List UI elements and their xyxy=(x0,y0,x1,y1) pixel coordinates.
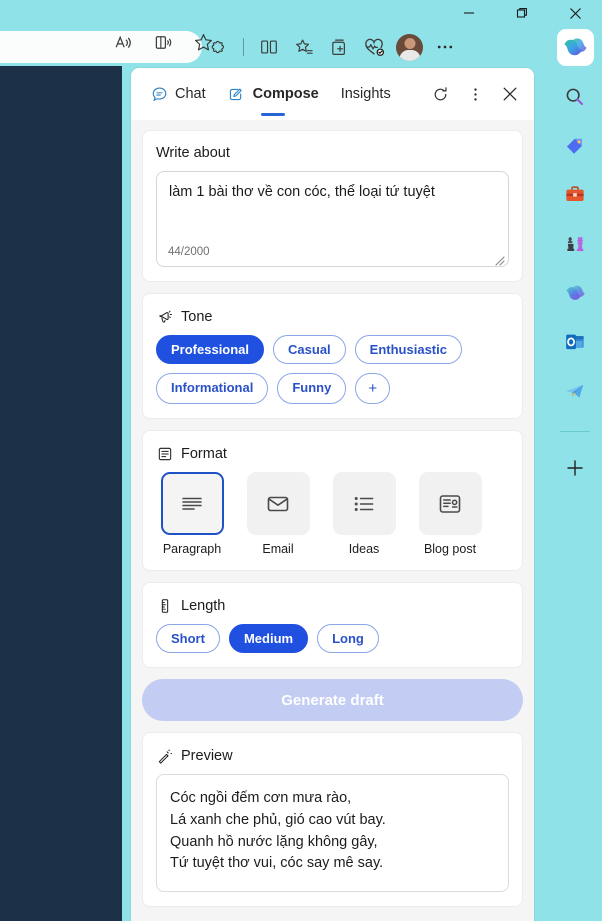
copilot-panel: Chat Compose Insights Write about làm 1 … xyxy=(131,68,534,921)
immersive-reader-icon[interactable] xyxy=(150,29,176,55)
browser-toolbar xyxy=(0,26,602,68)
preview-title-row: Preview xyxy=(156,747,509,764)
bullet-list-icon xyxy=(332,472,396,535)
length-card: Length Short Medium Long xyxy=(142,582,523,668)
sidebar-item-copilot[interactable] xyxy=(560,278,590,308)
format-options: Paragraph Email Ideas Blog post xyxy=(156,472,509,556)
preview-output[interactable]: Cóc ngồi đếm cơn mưa rào, Lá xanh che ph… xyxy=(156,774,509,892)
paragraph-lines-icon xyxy=(160,472,224,535)
preview-line: Tứ tuyệt thơ vui, cóc say mê say. xyxy=(170,855,384,872)
length-chip-medium[interactable]: Medium xyxy=(228,624,309,653)
preview-line: Lá xanh che phủ, gió cao vút bay. xyxy=(170,811,386,828)
tab-compose[interactable]: Compose xyxy=(219,79,328,116)
length-options: Short Medium Long xyxy=(156,624,509,653)
blog-post-icon xyxy=(418,472,482,535)
sidebar-item-outlook[interactable] xyxy=(560,327,590,357)
format-title: Format xyxy=(181,445,227,462)
toolbar-actions xyxy=(205,31,458,63)
format-option-ideas[interactable]: Ideas xyxy=(328,472,400,556)
magic-wand-icon xyxy=(156,747,173,764)
minimize-button[interactable] xyxy=(442,0,495,26)
panel-header-actions xyxy=(426,68,524,120)
tone-chip-casual[interactable]: Casual xyxy=(273,335,346,364)
format-option-email[interactable]: Email xyxy=(242,472,314,556)
tone-title-row: Tone xyxy=(156,308,509,325)
edge-sidebar xyxy=(548,68,602,921)
document-lines-icon xyxy=(156,445,173,462)
tone-chip-professional[interactable]: Professional xyxy=(156,335,265,364)
format-label-paragraph: Paragraph xyxy=(162,542,222,556)
close-button[interactable] xyxy=(549,0,602,26)
format-label-blog-post: Blog post xyxy=(423,542,477,556)
preview-card: Preview Cóc ngồi đếm cơn mưa rào, Lá xan… xyxy=(142,732,523,907)
write-about-card: Write about 44/2000 xyxy=(142,130,523,282)
collections-icon[interactable] xyxy=(326,34,352,60)
address-bar-icons xyxy=(0,26,232,58)
length-title: Length xyxy=(181,597,226,614)
window-controls xyxy=(442,0,602,26)
panel-tabs: Chat Compose Insights xyxy=(141,79,400,116)
tone-title: Tone xyxy=(181,308,213,325)
preview-line: Cóc ngồi đếm cơn mưa rào, xyxy=(170,790,352,806)
avatar[interactable] xyxy=(396,33,423,61)
length-chip-short[interactable]: Short xyxy=(156,624,220,653)
tab-chat[interactable]: Chat xyxy=(141,79,215,109)
split-screen-icon[interactable] xyxy=(256,34,282,60)
restore-button[interactable] xyxy=(495,0,548,26)
tone-card: Tone Professional Casual Enthusiastic In… xyxy=(142,293,523,419)
compose-form: Write about 44/2000 xyxy=(131,120,534,921)
tone-chip-enthusiastic[interactable]: Enthusiastic xyxy=(354,335,462,364)
format-title-row: Format xyxy=(156,445,509,462)
more-options-button[interactable] xyxy=(461,80,489,108)
character-counter: 44/2000 xyxy=(168,246,210,258)
tab-compose-label: Compose xyxy=(252,86,319,102)
length-title-row: Length xyxy=(156,597,509,614)
favorites-list-icon[interactable] xyxy=(291,34,317,60)
compose-pencil-icon xyxy=(228,85,246,103)
envelope-icon xyxy=(246,472,310,535)
format-label-ideas: Ideas xyxy=(348,542,380,556)
format-option-paragraph[interactable]: Paragraph xyxy=(156,472,228,556)
browser-essentials-icon[interactable] xyxy=(361,34,387,60)
preview-title: Preview xyxy=(181,747,233,764)
tone-chip-informational[interactable]: Informational xyxy=(156,373,269,404)
ruler-icon xyxy=(156,597,173,614)
tab-insights[interactable]: Insights xyxy=(332,80,400,108)
close-panel-button[interactable] xyxy=(496,80,524,108)
format-label-email: Email xyxy=(262,542,294,556)
resize-grip-icon[interactable] xyxy=(494,253,505,266)
generate-draft-button[interactable]: Generate draft xyxy=(142,679,523,721)
sidebar-item-shopping[interactable] xyxy=(560,131,590,161)
panel-header: Chat Compose Insights xyxy=(131,68,534,120)
active-tab-indicator xyxy=(261,113,286,116)
browser-window: Chat Compose Insights Write about làm 1 … xyxy=(0,0,602,921)
page-content-area xyxy=(0,66,122,921)
sidebar-item-telegram[interactable] xyxy=(560,376,590,406)
prompt-wrapper: 44/2000 xyxy=(156,171,509,267)
tab-chat-label: Chat xyxy=(175,86,206,102)
tone-options: Professional Casual Enthusiastic Informa… xyxy=(156,335,509,404)
tab-insights-label: Insights xyxy=(340,86,391,102)
extensions-icon[interactable] xyxy=(205,34,231,60)
copilot-icon[interactable] xyxy=(557,29,594,66)
settings-more-icon[interactable] xyxy=(432,34,458,60)
sidebar-item-tools[interactable] xyxy=(560,180,590,210)
length-chip-long[interactable]: Long xyxy=(317,624,379,653)
read-aloud-icon[interactable] xyxy=(110,29,136,55)
format-option-blog-post[interactable]: Blog post xyxy=(414,472,486,556)
format-card: Format Paragraph Email Ideas Blog post xyxy=(142,430,523,571)
sidebar-add-button[interactable] xyxy=(560,453,590,483)
megaphone-icon xyxy=(156,308,173,325)
tone-add-custom-button[interactable]: + xyxy=(355,373,391,404)
sidebar-item-games[interactable] xyxy=(560,229,590,259)
write-about-title: Write about xyxy=(156,145,230,161)
tone-chip-funny[interactable]: Funny xyxy=(277,373,347,404)
preview-line: Quanh hồ nước lặng không gây, xyxy=(170,833,378,850)
sidebar-divider xyxy=(560,431,590,432)
toolbar-divider xyxy=(243,38,244,56)
chat-bubble-icon xyxy=(150,85,168,103)
sidebar-item-search[interactable] xyxy=(560,82,590,112)
refresh-button[interactable] xyxy=(426,80,454,108)
